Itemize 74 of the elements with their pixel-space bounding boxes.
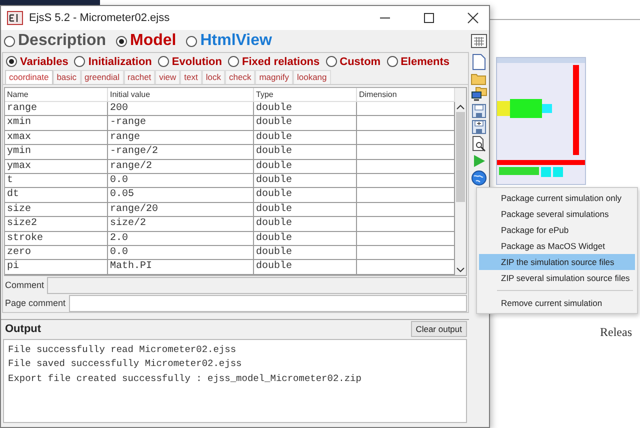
page-tab[interactable]: lock — [202, 70, 225, 84]
table-cell[interactable]: size — [5, 202, 108, 216]
background-text: Releas — [600, 325, 632, 340]
menu-item[interactable]: Package current simulation only — [479, 190, 635, 206]
model-section-radio[interactable]: Custom — [326, 56, 381, 68]
page-tab[interactable]: view — [155, 70, 180, 84]
table-cell[interactable]: double — [254, 260, 357, 274]
model-section-radio[interactable]: Initialization — [74, 56, 152, 68]
table-cell[interactable]: 0.0 — [108, 246, 254, 260]
table-cell[interactable]: 200 — [108, 102, 254, 116]
table-cell[interactable]: pi — [5, 260, 108, 274]
model-section-radio[interactable]: Variables — [6, 56, 68, 68]
model-section-radio[interactable]: Elements — [386, 56, 450, 68]
column-header: Type — [254, 88, 357, 101]
table-cell[interactable]: ymin — [5, 145, 108, 159]
view-radio[interactable]: HtmlView — [186, 32, 272, 50]
table-cell[interactable]: xmax — [5, 130, 108, 144]
menu-item[interactable]: Package for ePub — [479, 222, 635, 238]
table-cell[interactable]: stroke — [5, 232, 108, 245]
table-cell[interactable]: xmin — [5, 116, 108, 130]
output-line: File saved successfully Micrometer02.ejss — [8, 357, 243, 372]
page-tab[interactable]: lookang — [292, 70, 331, 84]
table-cell[interactable]: double — [254, 217, 357, 231]
page-comment-label: Page comment — [4, 296, 67, 310]
menu-item[interactable]: Remove current simulation — [479, 295, 635, 311]
table-cell[interactable]: double — [254, 116, 357, 130]
page-tab[interactable]: check — [225, 70, 256, 84]
page-tab[interactable]: magnify — [255, 70, 293, 84]
table-cell[interactable]: zero — [5, 246, 108, 260]
model-section-radio[interactable]: Fixed relations — [228, 56, 320, 68]
menu-item[interactable]: ZIP the simulation source files — [479, 254, 635, 270]
view-radio[interactable]: Description — [4, 32, 106, 50]
page-tab[interactable]: rachet — [124, 70, 156, 84]
table-cell[interactable]: range/20 — [108, 202, 254, 216]
comment-label: Comment — [4, 278, 46, 292]
table-cell[interactable]: range — [5, 102, 108, 116]
table-cell[interactable]: double — [254, 130, 357, 144]
table-cell[interactable]: double — [254, 174, 357, 188]
table-cell[interactable]: range — [108, 130, 254, 144]
menu-item[interactable]: Package as MacOS Widget — [479, 238, 635, 254]
page-tab[interactable]: greendial — [80, 70, 124, 84]
table-cell[interactable]: range/2 — [108, 160, 254, 173]
output-line: File successfully read Micrometer02.ejss — [8, 342, 238, 357]
table-cell[interactable]: double — [254, 246, 357, 260]
clear-output-button[interactable]: Clear output — [410, 320, 467, 337]
table-cell[interactable]: double — [254, 102, 357, 116]
table-cell[interactable]: double — [254, 145, 357, 159]
table-cell[interactable]: dt — [5, 188, 108, 202]
column-header: Name — [5, 88, 108, 101]
model-section-radio[interactable]: Evolution — [158, 56, 222, 68]
table-cell[interactable]: double — [254, 232, 357, 245]
page-tab[interactable]: text — [180, 70, 202, 84]
table-cell[interactable]: 2.0 — [108, 232, 254, 245]
window-title: EjsS 5.2 - Micrometer02.ejss — [29, 12, 170, 24]
page-tab[interactable]: basic — [52, 70, 81, 84]
table-cell[interactable]: -range — [108, 116, 254, 130]
table-cell[interactable]: Math.PI — [108, 260, 254, 274]
table-cell[interactable]: t — [5, 174, 108, 188]
table-cell[interactable]: 0.0 — [108, 174, 254, 188]
table-cell[interactable]: size2 — [5, 217, 108, 231]
view-radio[interactable]: Model — [116, 32, 176, 50]
table-cell[interactable]: double — [254, 160, 357, 173]
table-cell[interactable]: 0.05 — [108, 188, 254, 202]
table-cell[interactable]: double — [254, 202, 357, 216]
table-cell[interactable]: -range/2 — [108, 145, 254, 159]
menu-item[interactable]: Package several simulations — [479, 206, 635, 222]
column-header: Initial value — [108, 88, 254, 101]
output-line: Export file created successfully : ejss_model_Micrometer02.zip — [8, 372, 362, 386]
table-cell[interactable]: double — [254, 188, 357, 202]
page-tab[interactable]: coordinate — [5, 70, 53, 84]
table-cell[interactable]: ymax — [5, 160, 108, 173]
output-title: Output — [5, 322, 42, 335]
table-cell[interactable]: size/2 — [108, 217, 254, 231]
menu-item[interactable]: ZIP several simulation source files — [479, 270, 635, 286]
